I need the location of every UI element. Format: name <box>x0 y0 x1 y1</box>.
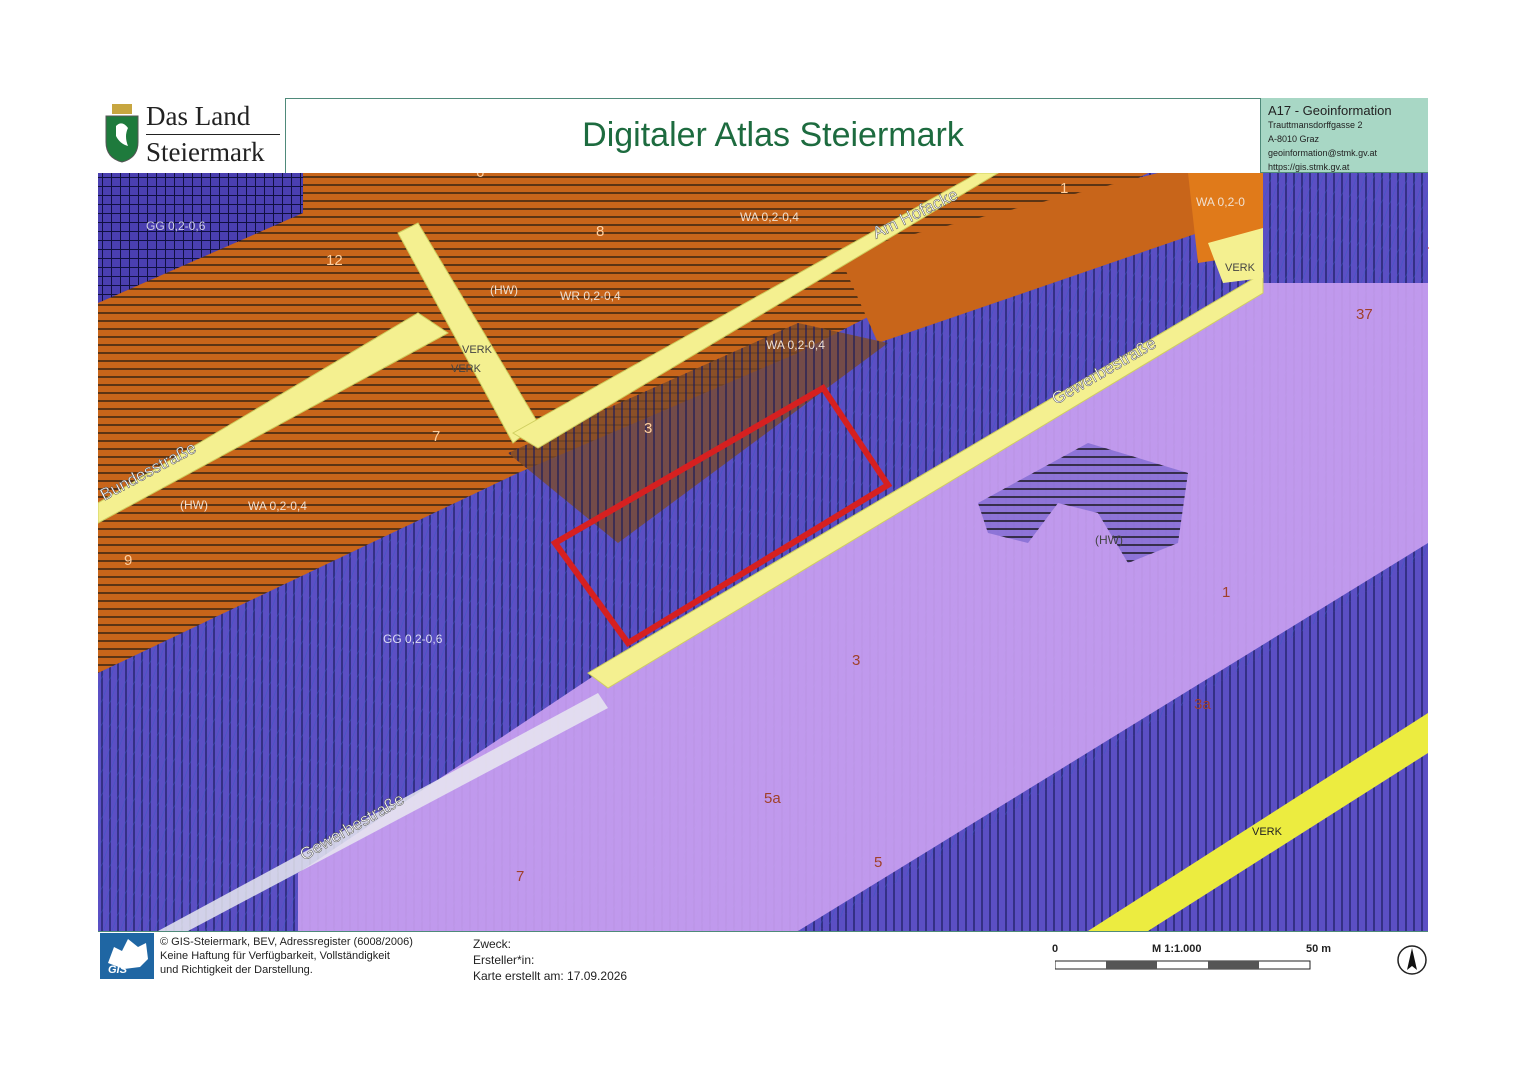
map-metadata: Zweck: Ersteller*in: Karte erstellt am: … <box>473 936 627 984</box>
logo-divider <box>146 134 280 135</box>
zoning-map[interactable]: GG 0,2-0,6 WA 0,2-0,4 WR 0,2-0,4 WA 0,2-… <box>98 173 1428 931</box>
verk-label: VERK <box>462 344 493 356</box>
info-org: A17 - Geoinformation <box>1268 103 1392 118</box>
house-number: 3 <box>852 652 860 669</box>
info-city: A-8010 Graz <box>1268 134 1320 144</box>
info-box: A17 - Geoinformation Trauttmansdorffgass… <box>1260 98 1428 173</box>
scale-end-label: 50 m <box>1306 943 1332 955</box>
house-number: 7 <box>432 428 440 445</box>
info-web[interactable]: https://gis.stmk.gv.at <box>1268 160 1428 174</box>
copyright-text: © GIS-Steiermark, BEV, Adressregister (6… <box>160 935 413 977</box>
map-canvas[interactable]: GG 0,2-0,6 WA 0,2-0,4 WR 0,2-0,4 WA 0,2-… <box>98 173 1428 931</box>
house-number: 3 <box>644 420 652 437</box>
zone-label: WR 0,2-0,4 <box>560 289 621 303</box>
house-number: 1 <box>1060 180 1068 197</box>
page-title: Digitaler Atlas Steiermark <box>582 116 964 154</box>
scale-ratio-label: M 1:1.000 <box>1152 943 1202 955</box>
house-number: 12 <box>326 252 343 269</box>
creator-label: Ersteller*in: <box>473 953 535 967</box>
info-street: Trauttmansdorffgasse 2 <box>1268 120 1363 130</box>
verk-label: VERK <box>1252 826 1283 838</box>
verk-label: VERK <box>451 363 482 375</box>
logo-text-line2: Steiermark <box>146 137 265 167</box>
house-number: 8 <box>596 223 604 240</box>
house-number: 37 <box>1356 306 1373 323</box>
purpose-label: Zweck: <box>473 937 512 951</box>
zone-label: WA 0,2-0 <box>1196 195 1245 209</box>
zone-label: WA 0,2-0,4 <box>248 499 307 513</box>
verk-label: VERK <box>1225 262 1256 274</box>
house-number: 3a <box>1194 696 1211 713</box>
house-number: 7 <box>516 868 524 885</box>
disclaimer-line2: und Richtigkeit der Darstellung. <box>160 964 313 976</box>
logo-text-line1: Das Land <box>146 101 251 131</box>
info-email[interactable]: geoinformation@stmk.gv.at <box>1268 146 1428 160</box>
hw-label: (HW) <box>490 283 518 297</box>
house-number: 9 <box>124 552 132 569</box>
zone-label: GG 0,2-0,6 <box>146 219 206 233</box>
hw-label: (HW) <box>1095 533 1123 547</box>
hw-label: (HW) <box>180 498 208 512</box>
house-number: 1 <box>1222 584 1230 601</box>
created-date: Karte erstellt am: 17.09.2026 <box>473 969 628 983</box>
house-number: 5a <box>764 790 781 807</box>
zone-label: WA 0,2-0,4 <box>766 338 825 352</box>
house-number: 5 <box>874 854 882 871</box>
coat-of-arms-icon <box>105 104 139 163</box>
disclaimer-line1: Keine Haftung für Verfügbarkeit, Vollstä… <box>160 950 390 962</box>
scale-start-label: 0 <box>1052 943 1059 955</box>
gis-logo-text: GIS <box>108 964 127 976</box>
scale-bar <box>1055 960 1311 970</box>
north-arrow-icon <box>1397 945 1427 975</box>
zone-label: GG 0,2-0,6 <box>383 632 443 646</box>
copyright-line: © GIS-Steiermark, BEV, Adressregister (6… <box>160 936 413 948</box>
zone-label: WA 0,2-0,4 <box>740 210 799 224</box>
house-number: 6 <box>476 173 484 181</box>
